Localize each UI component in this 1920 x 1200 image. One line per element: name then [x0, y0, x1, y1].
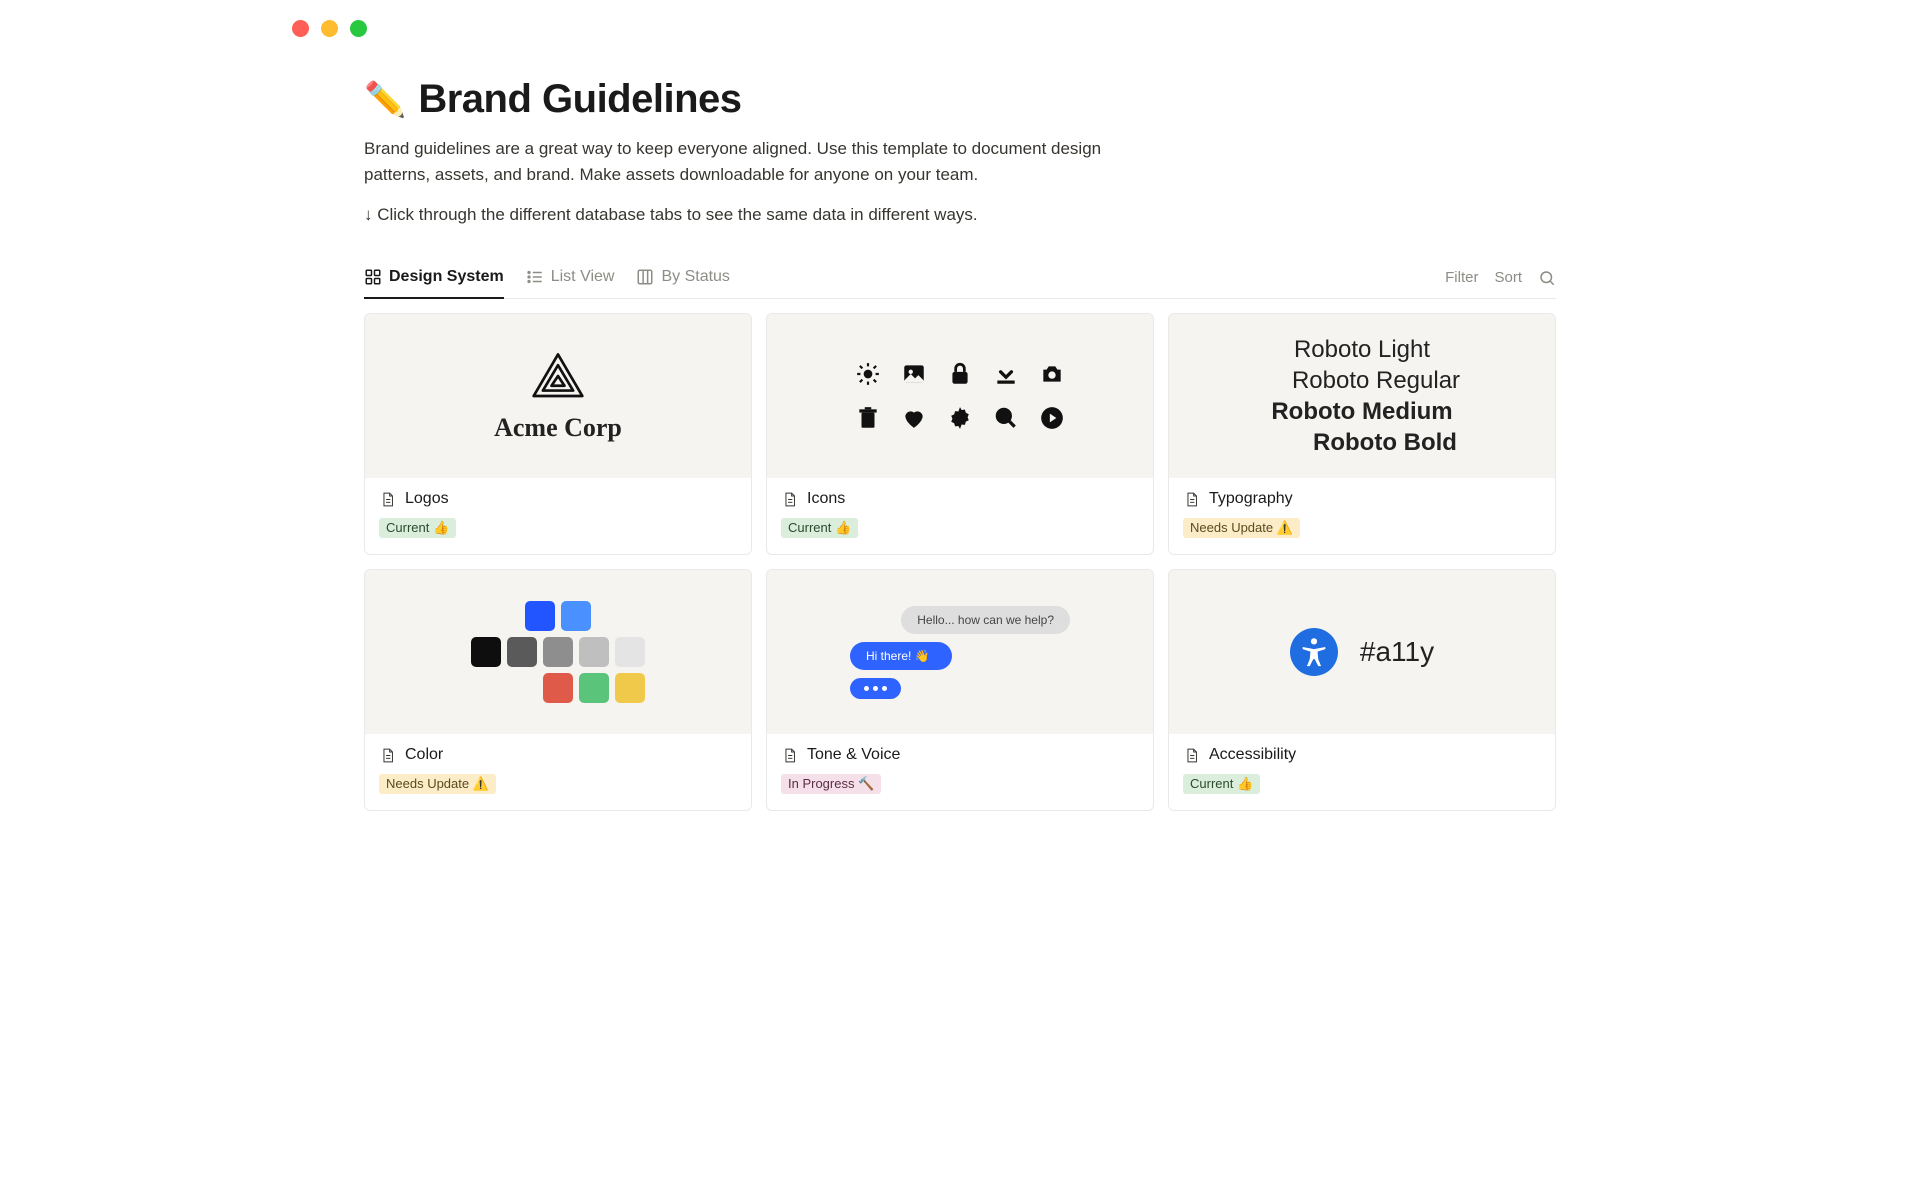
page-icon: [781, 747, 798, 764]
card-title: Tone & Voice: [807, 746, 900, 764]
card-title: Logos: [405, 490, 449, 508]
gallery-view-icon: [364, 268, 382, 286]
page-icon: [781, 491, 798, 508]
lock-icon: [947, 361, 973, 387]
status-badge: Needs Update ⚠️: [1183, 518, 1300, 538]
card-accessibility[interactable]: #a11y Accessibility Current 👍: [1168, 569, 1556, 811]
tab-by-status[interactable]: By Status: [636, 257, 729, 299]
page-hint[interactable]: ↓ Click through the different database t…: [364, 205, 1556, 225]
status-badge: In Progress 🔨: [781, 774, 881, 794]
page-title[interactable]: Brand Guidelines: [418, 77, 741, 122]
color-swatch: [615, 637, 645, 667]
card-cover: Hello... how can we help? Hi there! 👋: [767, 570, 1153, 734]
gallery-grid: Acme Corp Logos Current 👍: [364, 313, 1556, 811]
color-swatch: [471, 637, 501, 667]
card-cover: #a11y: [1169, 570, 1555, 734]
chat-bubble-outgoing: Hi there! 👋: [850, 642, 952, 670]
a11y-hashtag: #a11y: [1360, 636, 1434, 668]
swatch-row: [525, 601, 591, 631]
tab-label: By Status: [661, 268, 729, 286]
color-swatch: [615, 673, 645, 703]
magnify-icon: [993, 405, 1019, 431]
play-icon: [1039, 405, 1065, 431]
card-title: Color: [405, 746, 443, 764]
card-cover: Roboto Light Roboto Regular Roboto Mediu…: [1169, 314, 1555, 478]
card-typography[interactable]: Roboto Light Roboto Regular Roboto Mediu…: [1168, 313, 1556, 555]
color-swatch: [543, 673, 573, 703]
card-title: Icons: [807, 490, 845, 508]
swatch-row: [471, 637, 645, 667]
brand-wordmark: Acme Corp: [494, 413, 622, 443]
typing-indicator-icon: [850, 678, 901, 699]
database-tabs-row: Design System List View: [364, 257, 1556, 299]
minimize-window-icon[interactable]: [321, 20, 338, 37]
trash-icon: [855, 405, 881, 431]
tab-list-view[interactable]: List View: [526, 257, 615, 299]
color-swatch: [525, 601, 555, 631]
gear-icon: [947, 405, 973, 431]
card-title: Accessibility: [1209, 746, 1296, 764]
color-swatch: [579, 637, 609, 667]
color-swatch: [507, 637, 537, 667]
maximize-window-icon[interactable]: [350, 20, 367, 37]
filter-button[interactable]: Filter: [1445, 269, 1478, 286]
status-badge: Current 👍: [379, 518, 456, 538]
status-badge: Needs Update ⚠️: [379, 774, 496, 794]
image-icon: [901, 361, 927, 387]
page-icon: [379, 747, 396, 764]
page-icon: [379, 491, 396, 508]
type-sample-bold: Roboto Bold: [1313, 429, 1457, 457]
card-color[interactable]: Color Needs Update ⚠️: [364, 569, 752, 811]
window-traffic-lights: [266, 20, 1654, 77]
search-icon[interactable]: [1538, 269, 1556, 287]
card-cover: Acme Corp: [365, 314, 751, 478]
download-icon: [993, 361, 1019, 387]
tab-label: Design System: [389, 268, 504, 286]
card-tone-voice[interactable]: Hello... how can we help? Hi there! 👋: [766, 569, 1154, 811]
tab-label: List View: [551, 268, 615, 286]
tab-design-system[interactable]: Design System: [364, 257, 504, 299]
card-cover: [767, 314, 1153, 478]
type-sample-medium: Roboto Medium: [1271, 398, 1452, 426]
page-description[interactable]: Brand guidelines are a great way to keep…: [364, 136, 1144, 187]
close-window-icon[interactable]: [292, 20, 309, 37]
page-icon: [1183, 747, 1200, 764]
list-view-icon: [526, 268, 544, 286]
status-badge: Current 👍: [781, 518, 858, 538]
color-swatch: [561, 601, 591, 631]
heart-icon: [901, 405, 927, 431]
penrose-logo-icon: [531, 349, 585, 403]
page-icon: [1183, 491, 1200, 508]
board-view-icon: [636, 268, 654, 286]
page-icon[interactable]: ✏️: [364, 80, 406, 120]
swatch-row: [543, 673, 645, 703]
card-title: Typography: [1209, 490, 1293, 508]
accessibility-icon: [1290, 628, 1338, 676]
sun-icon: [855, 361, 881, 387]
card-cover: [365, 570, 751, 734]
type-sample-light: Roboto Light: [1294, 336, 1430, 364]
color-swatch: [579, 673, 609, 703]
chat-bubble-incoming: Hello... how can we help?: [901, 606, 1070, 634]
type-sample-regular: Roboto Regular: [1292, 367, 1460, 395]
card-icons[interactable]: Icons Current 👍: [766, 313, 1154, 555]
camera-icon: [1039, 361, 1065, 387]
color-swatch: [543, 637, 573, 667]
status-badge: Current 👍: [1183, 774, 1260, 794]
card-logos[interactable]: Acme Corp Logos Current 👍: [364, 313, 752, 555]
sort-button[interactable]: Sort: [1494, 269, 1522, 286]
